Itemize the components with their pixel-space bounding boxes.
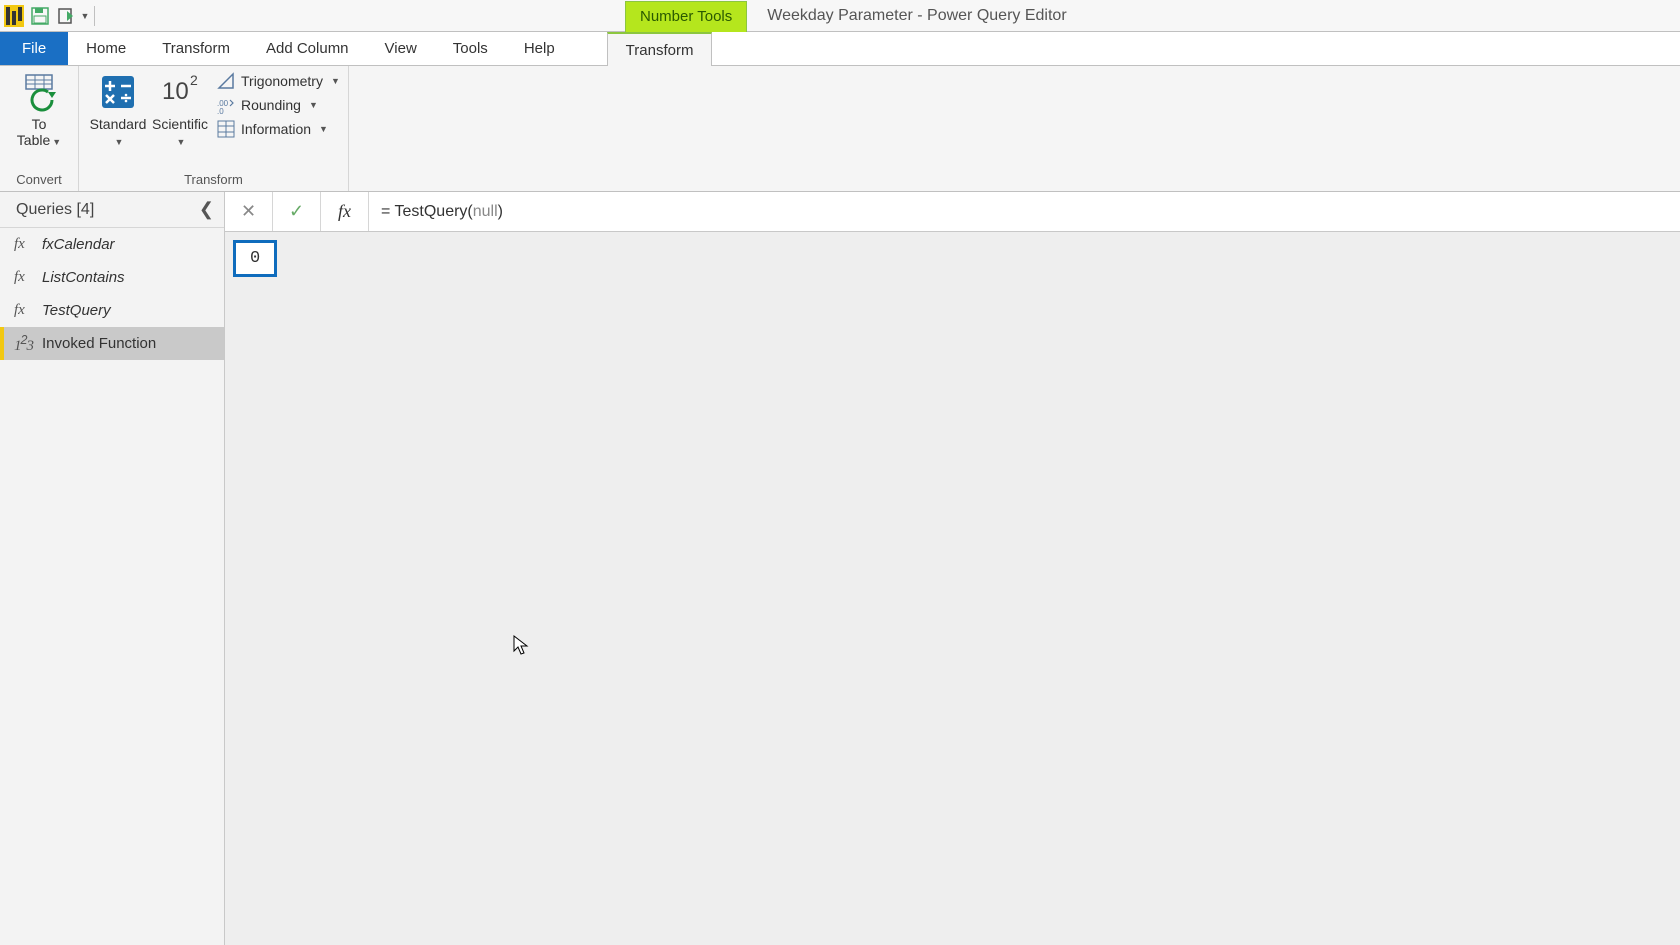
window-title: Weekday Parameter - Power Query Editor [767, 7, 1066, 25]
contextual-tab-header: Number Tools Weekday Parameter - Power Q… [625, 0, 1067, 32]
trigonometry-icon [217, 72, 235, 90]
tab-help[interactable]: Help [506, 32, 573, 65]
tab-tools[interactable]: Tools [435, 32, 506, 65]
query-item-testquery[interactable]: fx TestQuery [0, 294, 224, 327]
tab-add-column[interactable]: Add Column [248, 32, 367, 65]
save-button[interactable] [28, 4, 52, 28]
trigonometry-label: Trigonometry [241, 73, 323, 89]
result-area: 0 [225, 232, 1680, 945]
dropdown-caret-icon: ▼ [331, 76, 340, 86]
tab-transform[interactable]: Transform [144, 32, 248, 65]
query-label: TestQuery [42, 302, 111, 319]
scientific-icon: 10 2 [160, 72, 200, 112]
table-icon [19, 72, 59, 112]
dropdown-caret-icon: ▼ [319, 124, 328, 134]
query-item-invoked-function[interactable]: 123 Invoked Function [0, 327, 224, 360]
queries-header: Queries [4] ❮ [0, 192, 224, 228]
result-value-cell[interactable]: 0 [233, 240, 277, 277]
information-icon [217, 120, 235, 138]
query-item-fxcalendar[interactable]: fx fxCalendar [0, 228, 224, 261]
function-icon: fx [14, 302, 34, 319]
undo-button[interactable] [54, 4, 78, 28]
query-label: ListContains [42, 269, 125, 286]
ribbon-group-convert-label: Convert [8, 172, 70, 189]
cancel-formula-button[interactable]: ✕ [225, 192, 273, 231]
dropdown-caret-icon: ▼ [115, 137, 124, 147]
tab-contextual-transform[interactable]: Transform [607, 32, 713, 66]
standard-label: Standard [90, 116, 147, 132]
queries-header-label: Queries [4] [16, 201, 94, 219]
trigonometry-button[interactable]: Trigonometry ▼ [217, 72, 340, 90]
quick-access-toolbar: ▼ [0, 4, 97, 28]
ribbon-group-convert: To Table▼ Convert [0, 66, 79, 191]
standard-icon [98, 72, 138, 112]
rounding-button[interactable]: .00.0 Rounding ▼ [217, 96, 340, 114]
cursor-icon [513, 635, 528, 657]
query-item-listcontains[interactable]: fx ListContains [0, 261, 224, 294]
rounding-icon: .00.0 [217, 96, 235, 114]
formula-null-keyword: null [473, 203, 498, 221]
query-label: Invoked Function [42, 335, 156, 352]
contextual-group-label: Number Tools [625, 1, 747, 32]
tab-home[interactable]: Home [68, 32, 144, 65]
to-table-label: To Table [17, 116, 50, 148]
information-button[interactable]: Information ▼ [217, 120, 340, 138]
function-icon: fx [14, 269, 34, 286]
rounding-label: Rounding [241, 97, 301, 113]
number-icon: 123 [14, 333, 34, 355]
ribbon-body: To Table▼ Convert Standard▼ [0, 66, 1680, 192]
function-icon: fx [14, 236, 34, 253]
title-bar: ▼ Number Tools Weekday Parameter - Power… [0, 0, 1680, 32]
main-area: ✕ ✓ fx = TestQuery(null) 0 [225, 192, 1680, 945]
app-logo [2, 4, 26, 28]
qat-dropdown[interactable]: ▼ [80, 4, 90, 28]
content-area: Queries [4] ❮ fx fxCalendar fx ListConta… [0, 192, 1680, 945]
dropdown-caret-icon: ▼ [309, 100, 318, 110]
dropdown-caret-icon: ▼ [177, 137, 186, 147]
tab-view[interactable]: View [367, 32, 435, 65]
formula-input[interactable]: = TestQuery(null) [369, 192, 1680, 231]
scientific-label: Scientific [152, 116, 208, 132]
tab-file[interactable]: File [0, 32, 68, 65]
formula-bar: ✕ ✓ fx = TestQuery(null) [225, 192, 1680, 232]
standard-button[interactable]: Standard ▼ [87, 70, 149, 148]
ribbon-group-transform: Standard ▼ 10 2 Scientific ▼ Trigonometry [79, 66, 349, 191]
query-label: fxCalendar [42, 236, 115, 253]
formula-text-prefix: = TestQuery( [381, 203, 473, 221]
qat-separator [94, 6, 95, 26]
scientific-button[interactable]: 10 2 Scientific ▼ [149, 70, 211, 148]
formula-text-suffix: ) [498, 203, 503, 221]
fx-icon[interactable]: fx [321, 192, 369, 231]
to-table-button[interactable]: To Table▼ [8, 70, 70, 148]
dropdown-caret-icon: ▼ [52, 137, 61, 147]
collapse-pane-icon[interactable]: ❮ [199, 199, 214, 220]
ribbon-tabs: File Home Transform Add Column View Tool… [0, 32, 1680, 66]
confirm-formula-button[interactable]: ✓ [273, 192, 321, 231]
ribbon-group-transform-label: Transform [87, 172, 340, 189]
svg-text:.0: .0 [217, 107, 224, 116]
queries-pane: Queries [4] ❮ fx fxCalendar fx ListConta… [0, 192, 225, 945]
information-label: Information [241, 121, 311, 137]
